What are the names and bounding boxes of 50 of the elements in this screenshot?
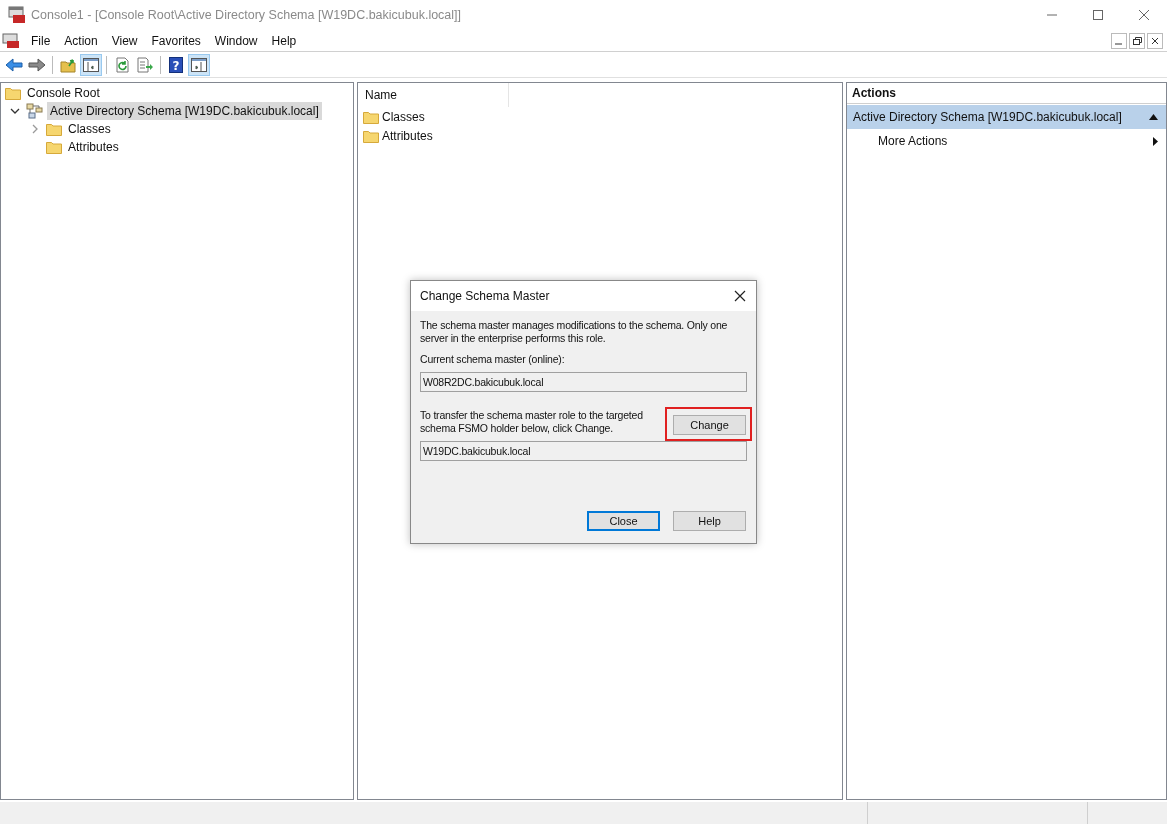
tree-item[interactable]: Classes — [65, 120, 114, 138]
toolbar-button[interactable] — [80, 53, 102, 76]
close-icon[interactable] — [1147, 32, 1163, 49]
collapse-triangle-icon[interactable] — [1149, 114, 1158, 120]
description-text: The schema master manages modifications to the schema. Only one server in the enterprise performs this role. — [420, 319, 729, 345]
folder-icon — [46, 122, 62, 136]
menu-item[interactable]: Action — [57, 31, 105, 50]
folder-icon — [363, 128, 379, 143]
folder-up-icon — [60, 56, 76, 73]
menu-item[interactable]: Help — [264, 31, 304, 50]
column-header[interactable]: Name — [358, 83, 509, 107]
target-holder-field: W19DC.bakicubuk.local — [420, 441, 747, 461]
dialog-button[interactable]: Change — [673, 415, 746, 435]
dialog-button[interactable]: Help — [673, 511, 746, 531]
back-arrow-icon — [5, 57, 23, 72]
chevron-down-icon[interactable] — [10, 106, 20, 116]
folder-icon — [363, 109, 379, 124]
schema-icon — [26, 103, 44, 119]
transfer-instructions: To transfer the schema master role to the targeted schema FSMO holder below, click Change. — [420, 409, 644, 435]
tree-item[interactable]: Attributes — [65, 138, 122, 156]
actions-header: Actions — [847, 83, 1166, 104]
restore-icon[interactable] — [1129, 32, 1145, 49]
forward-arrow-icon — [28, 57, 46, 72]
folder-icon — [46, 140, 62, 154]
menu-item[interactable]: Window — [207, 31, 265, 50]
list-item[interactable]: Classes — [382, 107, 425, 126]
refresh-icon — [114, 56, 130, 73]
dialog-button[interactable]: Close — [587, 511, 660, 531]
dialog-title: Change Schema Master — [420, 288, 550, 305]
action-pane-icon — [191, 57, 207, 72]
current-master-field: W08R2DC.bakicubuk.local — [420, 372, 747, 392]
close-icon[interactable] — [734, 290, 746, 302]
actions-section-header[interactable]: Active Directory Schema [W19DC.bakicubuk.local] — [847, 105, 1166, 129]
chevron-right-icon[interactable] — [30, 124, 40, 134]
toolbar-button[interactable] — [188, 53, 210, 76]
submenu-triangle-icon — [1153, 136, 1158, 146]
menu-item[interactable]: View — [104, 31, 145, 50]
current-master-label: Current schema master (online): — [420, 353, 566, 366]
tree-item[interactable]: Active Directory Schema [W19DC.bakicubuk.local] — [47, 102, 322, 120]
list-item[interactable]: Attributes — [382, 126, 433, 145]
window-title: Console1 - [Console Root\Active Directory Schema [W19DC.bakicubuk.local]] — [31, 6, 462, 24]
tree-pane-icon — [83, 57, 99, 72]
export-list-icon — [136, 56, 154, 73]
console-app-icon — [8, 6, 26, 24]
action-item[interactable]: More Actions — [847, 129, 1166, 153]
console-menu-icon[interactable] — [2, 32, 20, 49]
menu-item[interactable]: File — [24, 31, 58, 50]
menu-item[interactable]: Favorites — [144, 31, 208, 50]
tree-item[interactable]: Console Root — [24, 84, 103, 102]
folder-icon — [5, 86, 21, 100]
